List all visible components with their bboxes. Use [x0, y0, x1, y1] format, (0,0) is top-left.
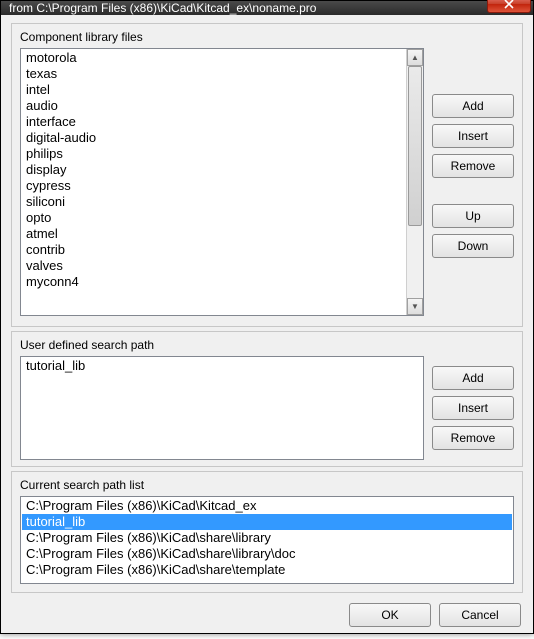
list-item[interactable]: atmel — [22, 226, 405, 242]
add-button[interactable]: Add — [432, 94, 514, 118]
current-path-list[interactable]: C:\Program Files (x86)\KiCad\Kitcad_extu… — [20, 496, 514, 584]
scroll-thumb[interactable] — [408, 66, 422, 226]
list-item[interactable]: philips — [22, 146, 405, 162]
scroll-up-icon[interactable]: ▲ — [407, 49, 423, 66]
user-path-label: User defined search path — [20, 338, 514, 352]
window-title: from C:\Program Files (x86)\KiCad\Kitcad… — [9, 1, 487, 15]
list-item[interactable]: cypress — [22, 178, 405, 194]
list-item[interactable]: interface — [22, 114, 405, 130]
remove-button[interactable]: Remove — [432, 154, 514, 178]
current-path-label: Current search path list — [20, 478, 514, 492]
list-item[interactable]: tutorial_lib — [22, 514, 512, 530]
up-button[interactable]: Up — [432, 204, 514, 228]
dialog-footer: OK Cancel — [11, 597, 523, 629]
list-item[interactable]: C:\Program Files (x86)\KiCad\share\libra… — [22, 546, 512, 562]
list-item[interactable]: siliconi — [22, 194, 405, 210]
component-library-list[interactable]: motorolatexasintelaudiointerfacedigital-… — [21, 49, 406, 315]
scroll-down-icon[interactable]: ▼ — [407, 298, 423, 315]
client-area: Component library files motorolatexasint… — [1, 15, 533, 639]
close-icon — [504, 0, 514, 9]
user-path-group: User defined search path tutorial_lib Ad… — [11, 331, 523, 467]
list-item[interactable]: C:\Program Files (x86)\KiCad\share\libra… — [22, 530, 512, 546]
user-path-list[interactable]: tutorial_lib — [20, 356, 424, 460]
cancel-button[interactable]: Cancel — [439, 603, 521, 627]
list-item[interactable]: opto — [22, 210, 405, 226]
list-item[interactable]: C:\Program Files (x86)\KiCad\Kitcad_ex — [22, 498, 512, 514]
component-library-label: Component library files — [20, 30, 514, 44]
list-item[interactable]: motorola — [22, 50, 405, 66]
list-item[interactable]: digital-audio — [22, 130, 405, 146]
down-button[interactable]: Down — [432, 234, 514, 258]
remove-button[interactable]: Remove — [432, 426, 514, 450]
dialog-window: from C:\Program Files (x86)\KiCad\Kitcad… — [0, 0, 534, 634]
scrollbar[interactable]: ▲ ▼ — [406, 49, 423, 315]
insert-button[interactable]: Insert — [432, 396, 514, 420]
list-item[interactable]: C:\Program Files (x86)\KiCad\share\templ… — [22, 562, 512, 578]
list-item[interactable]: myconn4 — [22, 274, 405, 290]
list-item[interactable]: valves — [22, 258, 405, 274]
insert-button[interactable]: Insert — [432, 124, 514, 148]
ok-button[interactable]: OK — [349, 603, 431, 627]
list-item[interactable]: texas — [22, 66, 405, 82]
list-item[interactable]: contrib — [22, 242, 405, 258]
close-button[interactable] — [487, 0, 531, 13]
titlebar: from C:\Program Files (x86)\KiCad\Kitcad… — [1, 1, 533, 15]
user-path-buttons: Add Insert Remove — [432, 356, 514, 460]
list-item[interactable]: display — [22, 162, 405, 178]
add-button[interactable]: Add — [432, 366, 514, 390]
component-buttons: Add Insert Remove Up Down — [432, 48, 514, 316]
list-item[interactable]: audio — [22, 98, 405, 114]
list-item[interactable]: intel — [22, 82, 405, 98]
component-library-group: Component library files motorolatexasint… — [11, 23, 523, 327]
current-path-group: Current search path list C:\Program File… — [11, 471, 523, 593]
list-item[interactable]: tutorial_lib — [22, 358, 422, 374]
